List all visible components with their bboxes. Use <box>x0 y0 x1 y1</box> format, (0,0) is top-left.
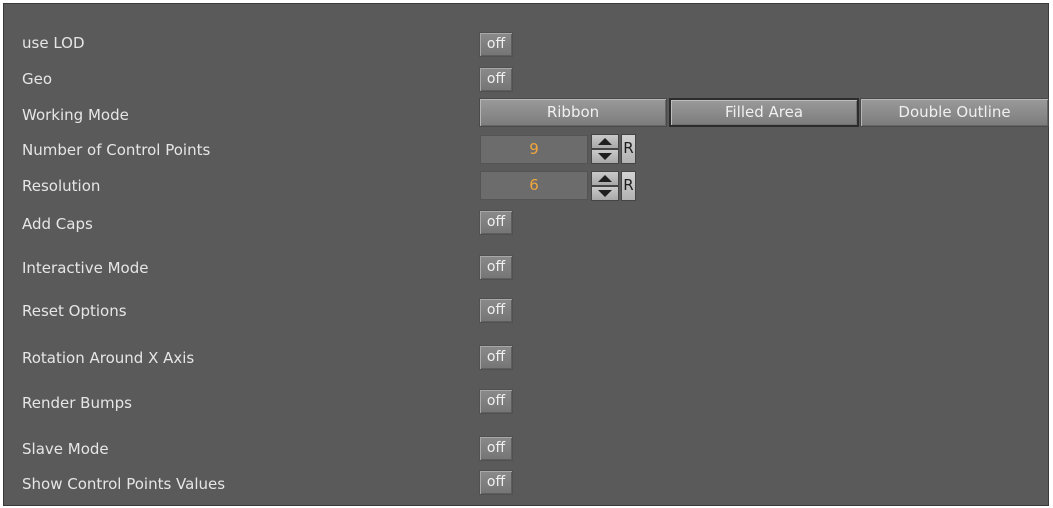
label-reset-options: Reset Options <box>22 302 127 320</box>
label-geo: Geo <box>22 70 53 88</box>
control-points-spinner <box>591 134 619 164</box>
reset-options-toggle[interactable]: off <box>479 298 513 323</box>
label-show-control-points-values: Show Control Points Values <box>22 475 226 493</box>
slave-mode-toggle[interactable]: off <box>479 436 513 461</box>
show-cp-values-toggle[interactable]: off <box>479 470 513 495</box>
rotation-x-toggle[interactable]: off <box>479 345 513 370</box>
mode-ribbon-button[interactable]: Ribbon <box>479 98 667 127</box>
label-render-bumps: Render Bumps <box>22 394 132 412</box>
label-resolution: Resolution <box>22 177 101 195</box>
resolution-spinner <box>591 171 619 201</box>
arrow-up-icon[interactable] <box>591 134 619 149</box>
label-working-mode: Working Mode <box>22 106 129 124</box>
resolution-field[interactable]: 6 <box>480 171 588 200</box>
mode-filled-area-button[interactable]: Filled Area <box>669 98 859 127</box>
properties-panel: use LOD off Geo off Working Mode Ribbon … <box>3 3 1049 506</box>
label-number-of-control-points: Number of Control Points <box>22 141 211 159</box>
add-caps-toggle[interactable]: off <box>479 210 513 235</box>
control-points-reset-button[interactable]: R <box>621 134 636 164</box>
label-use-lod: use LOD <box>22 34 85 52</box>
geo-toggle[interactable]: off <box>479 67 513 92</box>
label-rotation-around-x-axis: Rotation Around X Axis <box>22 349 195 367</box>
label-interactive-mode: Interactive Mode <box>22 259 149 277</box>
control-points-field[interactable]: 9 <box>480 135 588 164</box>
arrow-down-icon[interactable] <box>591 149 619 164</box>
render-bumps-toggle[interactable]: off <box>479 389 513 414</box>
label-add-caps: Add Caps <box>22 215 93 233</box>
mode-double-outline-button[interactable]: Double Outline <box>860 98 1049 127</box>
label-slave-mode: Slave Mode <box>22 440 109 458</box>
arrow-up-icon[interactable] <box>591 171 619 186</box>
resolution-reset-button[interactable]: R <box>621 171 636 201</box>
arrow-down-icon[interactable] <box>591 186 619 201</box>
use-lod-toggle[interactable]: off <box>479 32 513 57</box>
interactive-mode-toggle[interactable]: off <box>479 255 513 280</box>
